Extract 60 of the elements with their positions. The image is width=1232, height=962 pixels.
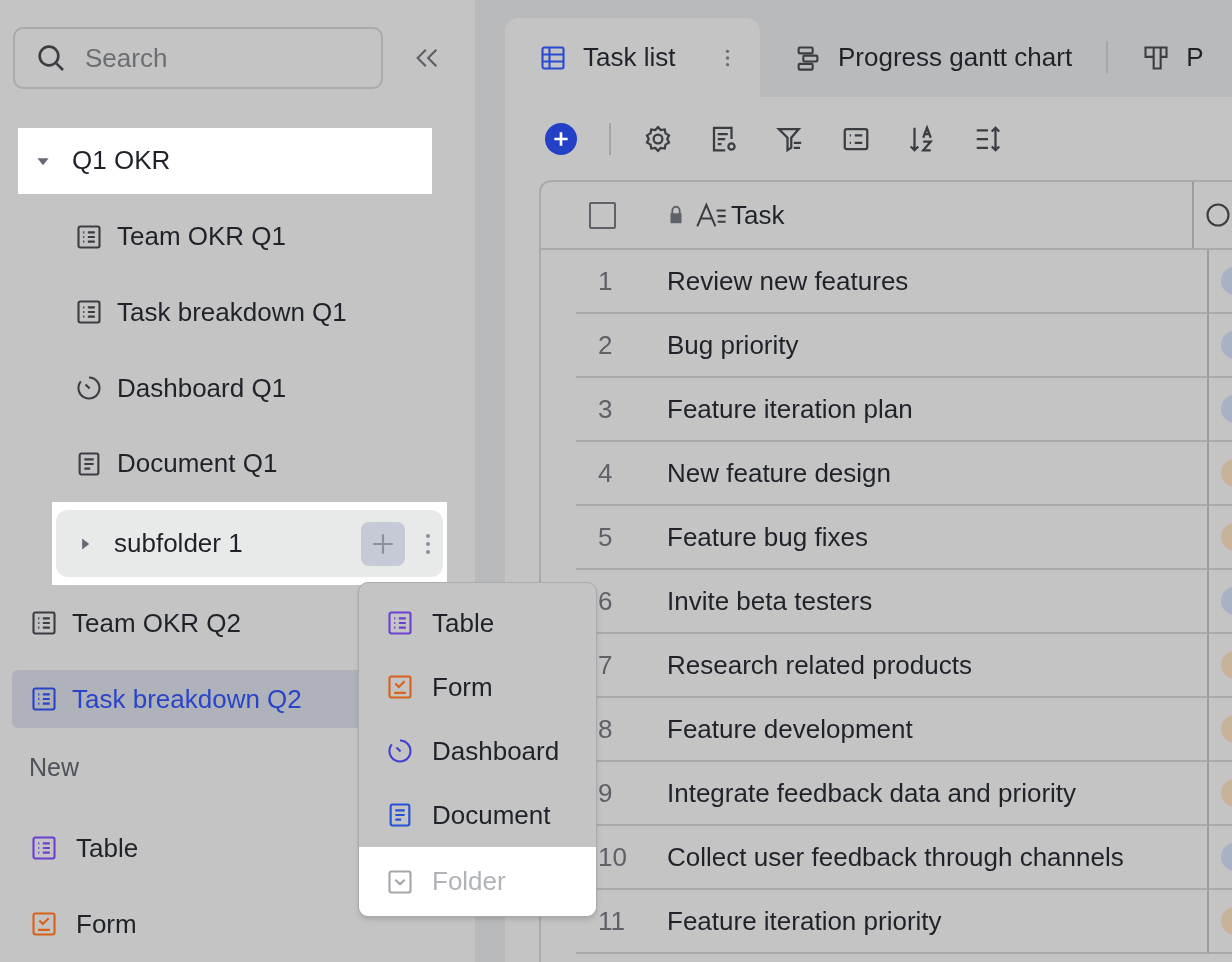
- row-number: 6: [598, 584, 613, 618]
- row-number: 9: [598, 776, 613, 810]
- table-cell-text: Feature iteration plan: [667, 392, 913, 426]
- table-icon: [75, 222, 103, 251]
- table-cell-text: Feature iteration priority: [667, 904, 942, 938]
- row-number: 10: [598, 840, 627, 874]
- menu-item[interactable]: Table: [359, 591, 596, 655]
- dashboard-icon: [75, 374, 103, 403]
- add-button[interactable]: [361, 521, 405, 566]
- folder-name: subfolder 1: [114, 527, 243, 561]
- sidebar-item[interactable]: Task breakdown Q1: [117, 292, 347, 332]
- folder-name: Task breakdown Q2: [72, 682, 302, 716]
- row-number: 3: [598, 392, 613, 426]
- view-tab[interactable]: P: [1108, 18, 1204, 97]
- row-number: 5: [598, 520, 613, 554]
- table-cell-text: Review new features: [667, 264, 909, 298]
- section-title: New: [29, 752, 79, 783]
- settings-icon[interactable]: [643, 123, 673, 154]
- form-icon: [386, 673, 414, 701]
- folder-row[interactable]: subfolder 1: [56, 509, 443, 578]
- sidebar-item[interactable]: Document Q1: [117, 444, 278, 484]
- row-number: 8: [598, 712, 613, 746]
- table-cell-text: Integrate feedback data and priority: [667, 776, 1077, 810]
- view-tab[interactable]: Progress gantt chart: [760, 18, 1073, 97]
- table-icon: [386, 609, 414, 637]
- search-field[interactable]: Search: [13, 27, 383, 89]
- row-number: 7: [598, 648, 613, 682]
- column-type-icon: [1204, 201, 1232, 229]
- table-cell-text: Research related products: [667, 648, 972, 682]
- table-icon: [75, 298, 103, 327]
- folder-icon: [386, 867, 414, 896]
- table-cell-text: New feature design: [667, 456, 892, 490]
- view-tab[interactable]: Task list: [505, 18, 760, 97]
- new-item[interactable]: Table: [76, 828, 139, 868]
- table-cell-text: Collect user feedback through channels: [667, 840, 1124, 874]
- checkbox[interactable]: [589, 201, 616, 229]
- new-item[interactable]: Form: [76, 904, 137, 944]
- table-icon: [30, 834, 58, 863]
- sidebar-item[interactable]: Team OKR Q1: [117, 217, 287, 257]
- sidebar-item[interactable]: Dashboard Q1: [117, 368, 287, 408]
- folder-name: Q1 OKR: [72, 144, 171, 178]
- grid-icon: [539, 43, 567, 72]
- table-icon: [30, 685, 58, 714]
- row-number: 2: [598, 328, 613, 362]
- table-cell-text: Invite beta testers: [667, 584, 873, 618]
- table-cell-text: Feature bug fixes: [667, 520, 868, 554]
- folder-row[interactable]: Q1 OKR: [18, 128, 432, 194]
- row-number: 4: [598, 456, 613, 490]
- row-number: 11: [598, 904, 625, 938]
- form-icon: [30, 910, 58, 939]
- table-icon: [30, 609, 58, 638]
- sidebar-item[interactable]: Team OKR Q2: [72, 603, 242, 643]
- row-number: 1: [598, 264, 613, 298]
- table-cell-text: Feature development: [667, 712, 913, 746]
- menu-item[interactable]: Document: [359, 783, 596, 847]
- board-icon: [1142, 43, 1171, 72]
- table-cell-text: Bug priority: [667, 328, 799, 362]
- add-icon[interactable]: [545, 122, 577, 155]
- column-header[interactable]: Task: [731, 195, 785, 235]
- dashboard-icon: [386, 737, 414, 765]
